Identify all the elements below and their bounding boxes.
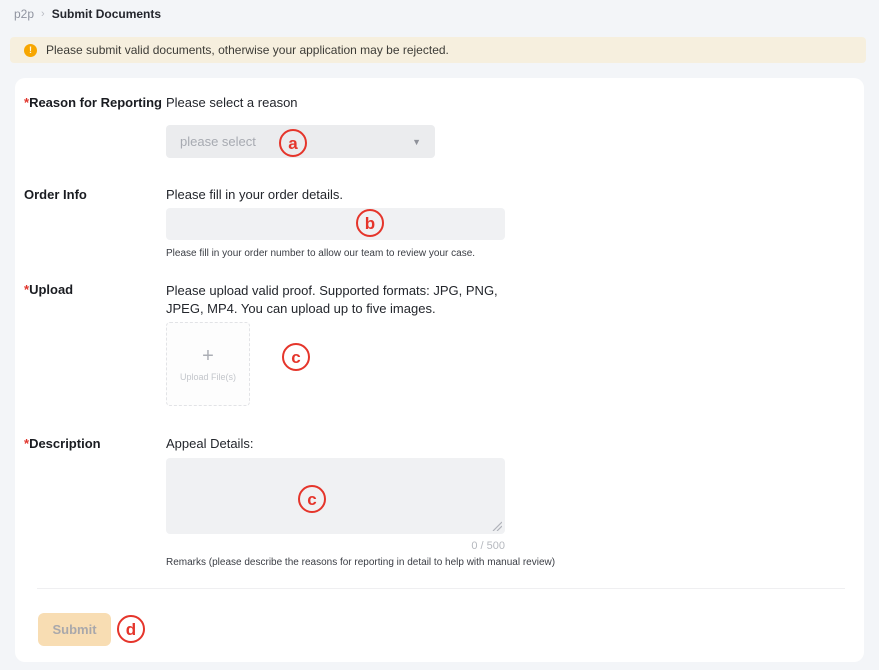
description-textarea[interactable] xyxy=(166,458,505,534)
submit-documents-card: *Reason for Reporting Please select a re… xyxy=(15,78,864,662)
annotation-circle-a: a xyxy=(279,129,307,157)
reason-label: *Reason for Reporting xyxy=(24,95,162,110)
breadcrumb-item-p2p[interactable]: p2p xyxy=(14,7,34,21)
breadcrumb-separator-icon: › xyxy=(41,8,45,20)
breadcrumb-current-page: Submit Documents xyxy=(52,7,161,21)
plus-icon: + xyxy=(202,346,214,366)
annotation-circle-b: b xyxy=(356,209,384,237)
description-prompt: Appeal Details: xyxy=(166,436,253,451)
footer-divider xyxy=(37,588,845,589)
order-helper-text: Please fill in your order number to allo… xyxy=(166,248,475,259)
upload-prompt: Please upload valid proof. Supported for… xyxy=(166,282,518,318)
annotation-circle-d: d xyxy=(117,615,145,643)
char-counter: 0 / 500 xyxy=(166,540,505,552)
breadcrumb: p2p › Submit Documents xyxy=(14,7,161,21)
order-label: Order Info xyxy=(24,187,87,202)
order-number-input[interactable] xyxy=(166,208,505,240)
chevron-down-icon: ▼ xyxy=(412,137,421,147)
upload-dropzone[interactable]: + Upload File(s) xyxy=(166,322,250,406)
order-prompt: Please fill in your order details. xyxy=(166,187,343,202)
warning-text: Please submit valid documents, otherwise… xyxy=(46,43,449,57)
upload-label: *Upload xyxy=(24,282,73,297)
warning-banner: ! Please submit valid documents, otherwi… xyxy=(10,37,866,63)
description-textarea-wrap xyxy=(166,458,505,534)
resize-handle-icon[interactable] xyxy=(492,521,502,531)
description-label: *Description xyxy=(24,436,101,451)
reason-prompt: Please select a reason xyxy=(166,95,298,110)
submit-button[interactable]: Submit xyxy=(38,613,111,646)
upload-dropzone-label: Upload File(s) xyxy=(180,372,236,382)
description-helper-text: Remarks (please describe the reasons for… xyxy=(166,557,555,568)
warning-icon: ! xyxy=(24,44,37,57)
annotation-circle-c-description: c xyxy=(298,485,326,513)
annotation-circle-c-upload: c xyxy=(282,343,310,371)
